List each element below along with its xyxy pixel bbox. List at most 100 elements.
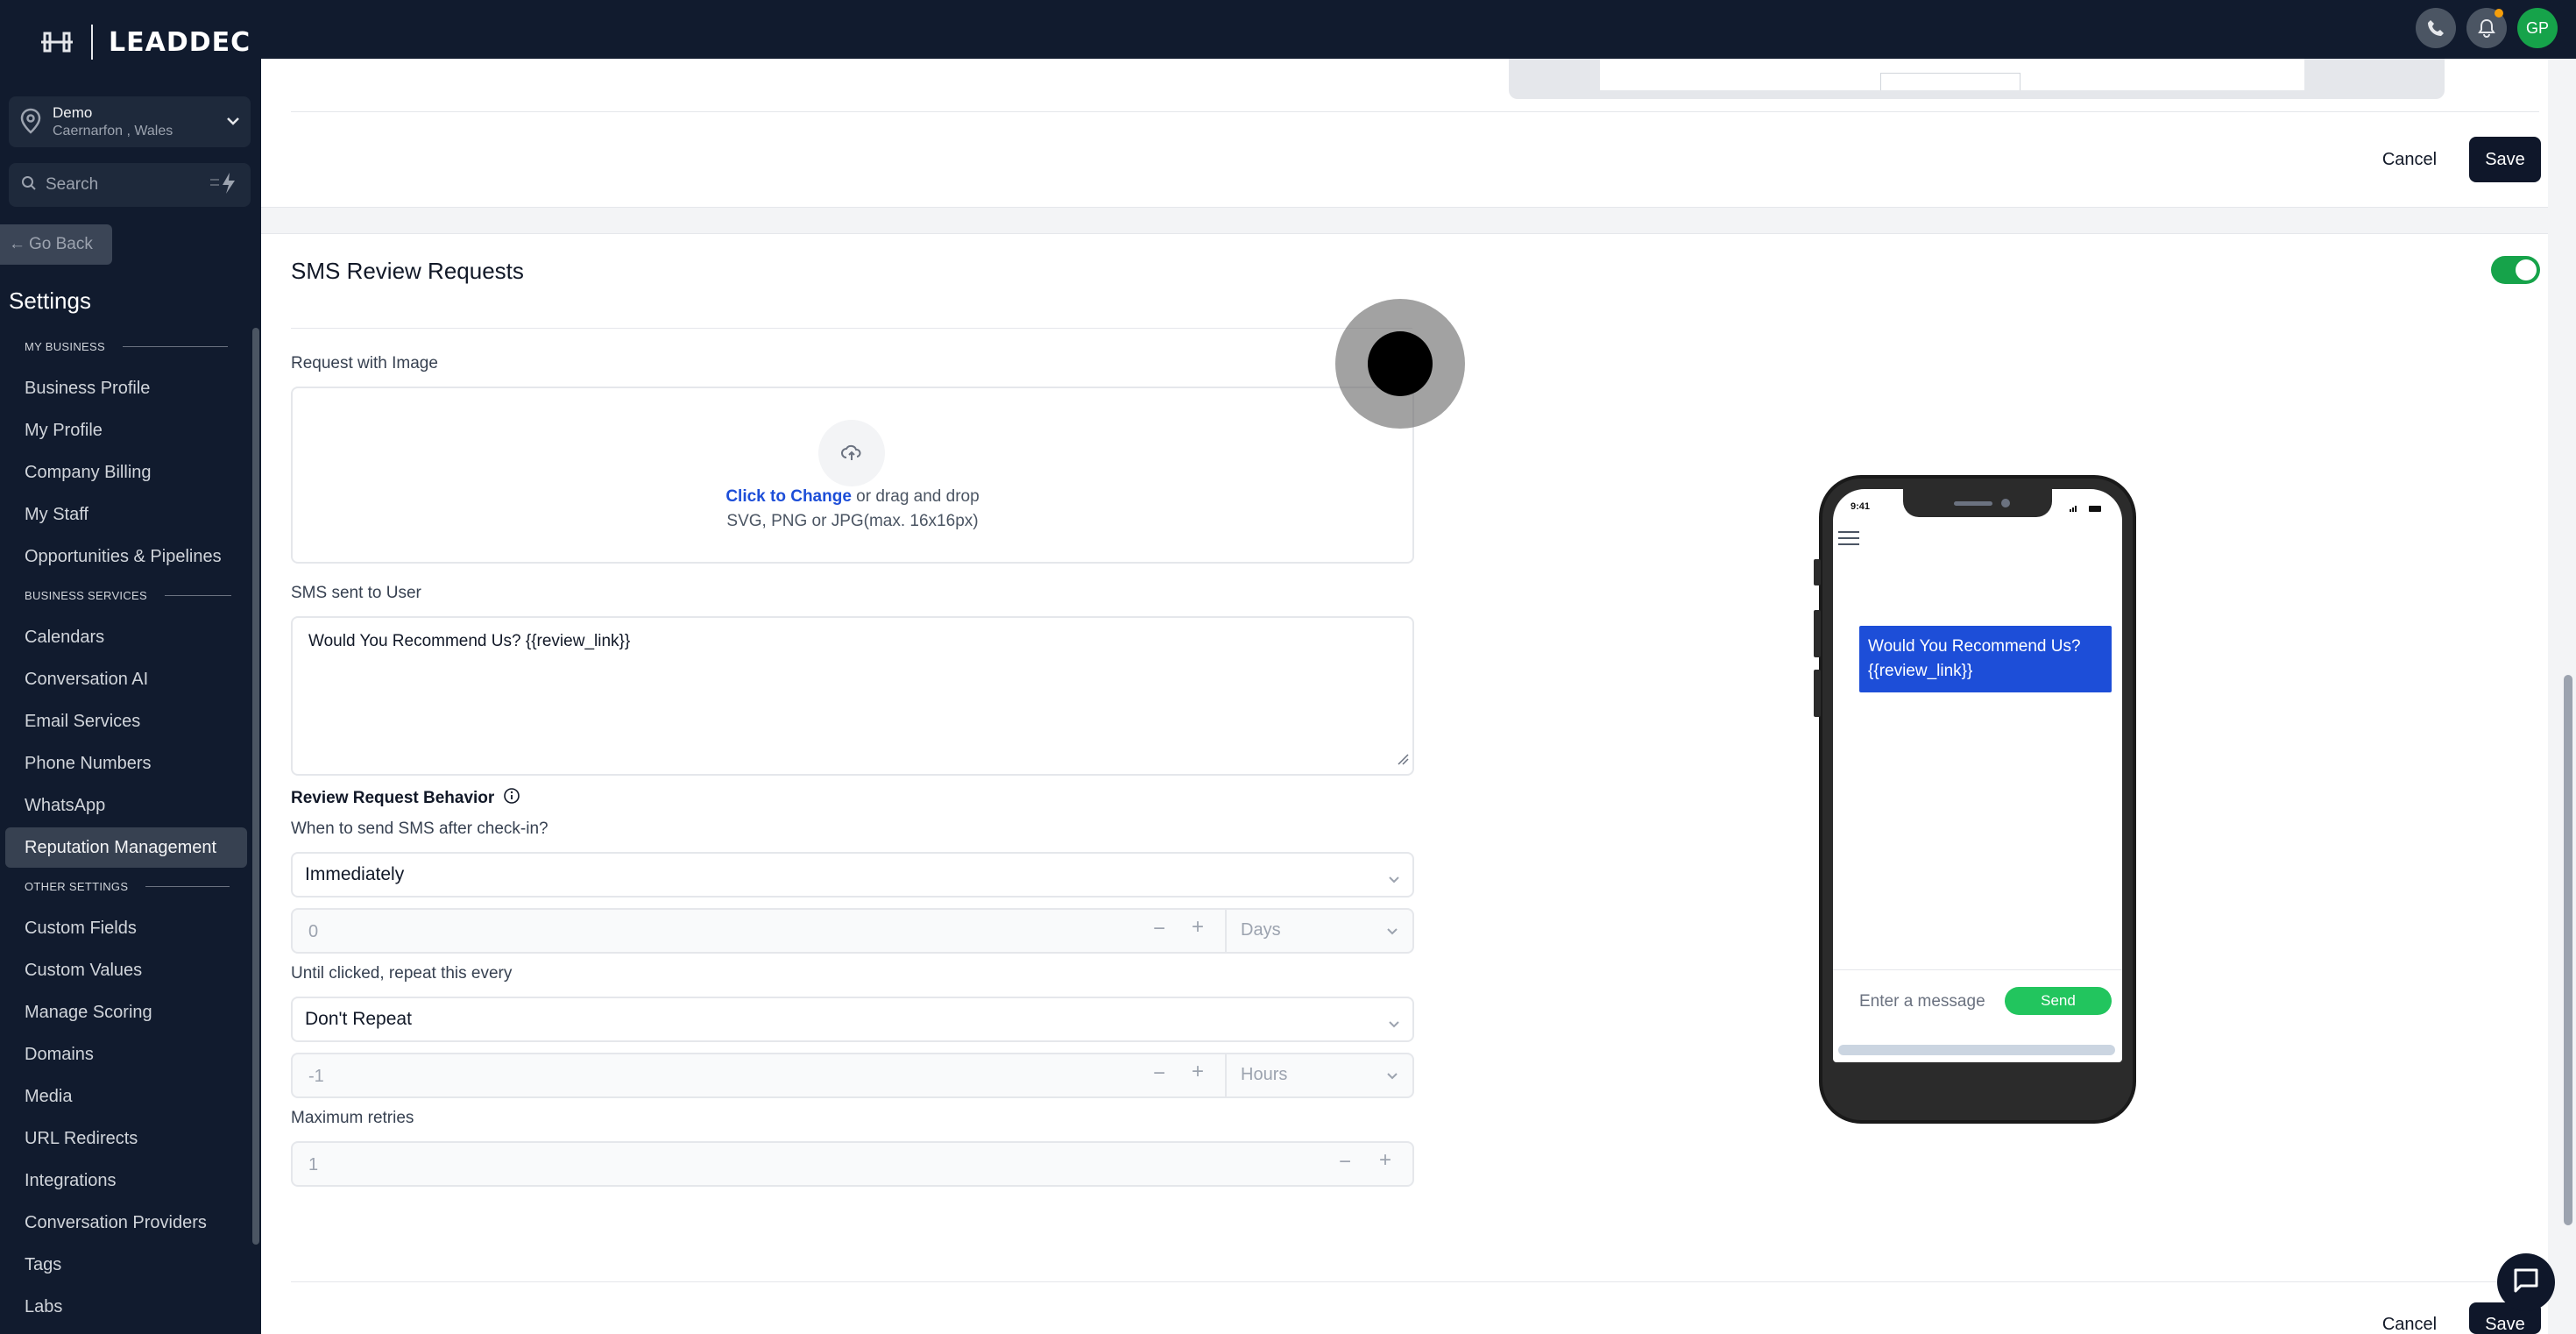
chevron-down-icon [1386,924,1398,940]
behavior-label: Review Request Behavior [291,787,520,810]
search-placeholder: Search [46,175,99,194]
location-address: Caernarfon , Wales [53,124,173,138]
sidebar-item-my-profile[interactable]: My Profile [25,421,103,441]
repeat-select[interactable]: Don't Repeat [291,997,1414,1042]
chevron-down-icon [226,114,240,130]
sidebar-item-phone-numbers[interactable]: Phone Numbers [25,754,152,774]
sidebar-search[interactable]: Search [9,163,251,207]
location-name: Demo [53,104,93,121]
lightning-icon[interactable] [209,171,238,200]
sidebar-item-business-profile[interactable]: Business Profile [25,379,150,399]
notification-badge [2495,9,2503,18]
chat-widget-button[interactable] [2497,1253,2555,1311]
sidebar-item-labs[interactable]: Labs [25,1297,62,1317]
info-icon[interactable] [503,787,520,810]
sidebar-item-opportunities[interactable]: Opportunities & Pipelines [25,547,222,567]
sidebar-item-custom-fields[interactable]: Custom Fields [25,919,137,939]
main-scrollbar[interactable] [2564,675,2572,1225]
chevron-down-icon [1386,1068,1398,1084]
phone-screen: 9:41 Would You Recommend Us? {{review_li… [1833,489,2122,1062]
repeat-increment-button[interactable]: + [1192,1060,1204,1084]
sidebar-item-integrations[interactable]: Integrations [25,1171,117,1191]
brand-name: LEADDEC [109,26,251,58]
delay-unit-select[interactable]: Days [1241,920,1281,940]
sidebar-scrollbar[interactable] [252,328,259,1245]
repeat-label: Until clicked, repeat this every [291,964,513,983]
sidebar-item-whatsapp[interactable]: WhatsApp [25,796,105,816]
chevron-down-icon [1388,1012,1400,1033]
chevron-down-icon [1388,868,1400,889]
when-label: When to send SMS after check-in? [291,820,548,838]
sidebar-item-conversation-ai[interactable]: Conversation AI [25,670,148,690]
signal-battery-icon [2070,501,2105,517]
sidebar-item-my-staff[interactable]: My Staff [25,505,88,525]
phone-time: 9:41 [1851,501,1871,512]
cancel-button[interactable]: Cancel [2366,1302,2453,1334]
sidebar-item-company-billing[interactable]: Company Billing [25,463,152,483]
image-label: Request with Image [291,354,438,373]
sidebar-item-calendars[interactable]: Calendars [25,628,104,648]
logo-divider [91,25,93,60]
cancel-button[interactable]: Cancel [2366,137,2453,182]
sidebar-item-manage-scoring[interactable]: Manage Scoring [25,1003,152,1023]
repeat-interval-value: -1 [308,1067,324,1086]
retries-input[interactable]: 1 [291,1141,1414,1187]
message-bubble: Would You Recommend Us? {{review_link}} [1859,626,2112,692]
sidebar-item-email-services[interactable]: Email Services [25,712,140,732]
map-pin-icon [19,108,44,136]
sidebar-item-custom-values[interactable]: Custom Values [25,961,142,981]
repeat-value: Don't Repeat [305,1009,412,1029]
cursor-dot [1368,331,1433,396]
brand-logo[interactable]: LEADDEC [39,25,251,60]
divider [291,111,2539,112]
sms-message-value: Would You Recommend Us? {{review_link}} [308,632,631,650]
sidebar-item-reputation-management[interactable]: Reputation Management [5,827,247,868]
dumbbell-icon [39,25,75,60]
hamburger-menu-icon [1838,529,1859,551]
delay-increment-button[interactable]: + [1192,915,1204,940]
retries-label: Maximum retries [291,1109,414,1127]
location-switcher[interactable]: Demo Caernarfon , Wales [9,96,251,147]
save-button[interactable]: Save [2469,137,2541,182]
message-composer: Enter a message [1859,992,1985,1011]
divider [291,328,1412,329]
sidebar: LEADDEC Demo Caernarfon , Wales Search ←… [0,0,261,1334]
section-my-business: MY BUSINESS [25,340,228,353]
when-select[interactable]: Immediately [291,852,1414,898]
sidebar-item-domains[interactable]: Domains [25,1045,94,1065]
repeat-unit-select[interactable]: Hours [1241,1065,1287,1085]
go-back-label: Go Back [29,235,93,253]
avatar[interactable]: GP [2517,8,2558,48]
preview-scrollbar [1838,1045,2115,1055]
sidebar-item-tags[interactable]: Tags [25,1255,61,1275]
go-back-button[interactable]: ← Go Back [0,224,112,265]
sidebar-item-conversation-providers[interactable]: Conversation Providers [25,1213,207,1233]
phone-preview: 9:41 Would You Recommend Us? {{review_li… [1814,475,2136,1124]
section-other-settings: OTHER SETTINGS [25,880,230,893]
arrow-left-icon: ← [9,235,25,253]
sidebar-item-media[interactable]: Media [25,1087,72,1107]
delay-decrement-button[interactable]: − [1153,917,1165,941]
retries-decrement-button[interactable]: − [1339,1150,1351,1174]
sms-enable-toggle[interactable] [2491,256,2540,284]
previous-preview [1509,59,2445,99]
image-upload-dropzone[interactable]: Click to Change or drag and drop SVG, PN… [291,387,1414,564]
section-business-services: BUSINESS SERVICES [25,589,231,602]
settings-title: Settings [9,287,91,314]
click-to-change-link[interactable]: Click to Change [725,487,852,506]
retries-increment-button[interactable]: + [1379,1148,1391,1173]
resize-handle-icon[interactable] [1397,751,1409,770]
upload-instructions: or drag and drop [851,487,980,506]
repeat-decrement-button[interactable]: − [1153,1061,1165,1086]
upload-cloud-icon [818,420,885,486]
chat-bubble-icon [2512,1267,2540,1298]
upload-hint: SVG, PNG or JPG(max. 16x16px) [726,512,979,530]
delay-value: 0 [308,922,319,941]
sms-message-textarea[interactable]: Would You Recommend Us? {{review_link}} [291,616,1414,776]
phone-icon[interactable] [2416,8,2456,48]
section-title: SMS Review Requests [291,258,524,284]
send-button: Send [2005,987,2112,1015]
top-bar [261,0,2576,59]
sidebar-item-url-redirects[interactable]: URL Redirects [25,1129,138,1149]
when-value: Immediately [305,864,405,884]
